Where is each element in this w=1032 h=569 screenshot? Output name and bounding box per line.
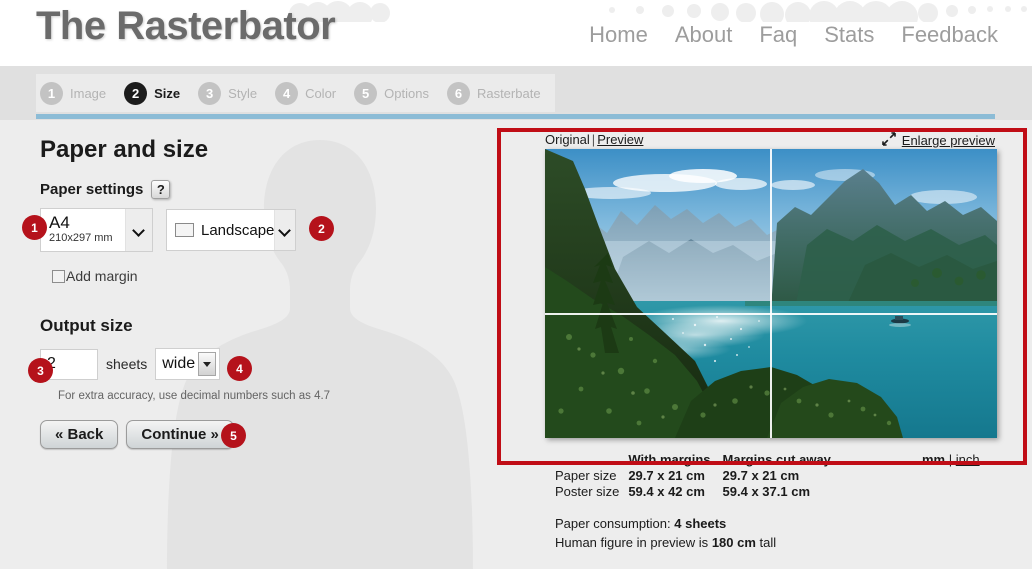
- wizard-step-bar: 1 Image 2 Size 3 Style 4 Color 5 Options…: [0, 66, 1032, 120]
- callout-badge-1: 1: [22, 215, 47, 240]
- sheet-divider-horizontal: [545, 313, 997, 315]
- step-underline: [36, 114, 995, 119]
- table-row: Paper size 29.7 x 21 cm 29.7 x 21 cm: [555, 468, 831, 484]
- info-header-with-margins: With margins: [628, 452, 711, 467]
- page-content: Paper and size Paper settings ? A4 210x2…: [0, 120, 1032, 569]
- sheet-divider-vertical: [770, 149, 772, 438]
- poster-size-with-margins: 59.4 x 42 cm: [628, 484, 705, 499]
- step-number-2: 2: [124, 81, 148, 105]
- nav-link-feedback[interactable]: Feedback: [901, 22, 998, 48]
- unit-separator: |: [948, 452, 953, 467]
- unit-toggle: mm | inch: [922, 452, 980, 467]
- callout-badge-2: 2: [309, 216, 334, 241]
- step-rasterbate[interactable]: 6 Rasterbate: [442, 74, 555, 112]
- info-header-cut-away: Margins cut away: [722, 452, 831, 467]
- step-number-4: 4: [275, 81, 299, 105]
- preview-link-original[interactable]: Original: [545, 132, 590, 147]
- step-label-size: Size: [154, 85, 181, 101]
- size-info-block: With margins Margins cut away Paper size…: [555, 452, 831, 553]
- callout-badge-3: 3: [28, 358, 53, 383]
- enlarge-preview-control[interactable]: Enlarge preview: [881, 132, 995, 149]
- unit-option-inch[interactable]: inch: [956, 452, 980, 467]
- poster-size-cut-away: 59.4 x 37.1 cm: [722, 484, 811, 499]
- nav-link-faq[interactable]: Faq: [759, 22, 797, 48]
- preview-panel: Original | Preview Enlarge preview With …: [0, 120, 1032, 569]
- step-number-6: 6: [446, 81, 470, 105]
- site-header: The Rasterbator Home About Faq Stats Fee…: [0, 0, 1032, 66]
- step-number-1: 1: [40, 81, 63, 105]
- size-info-table: With margins Margins cut away Paper size…: [555, 452, 831, 500]
- step-style[interactable]: 3 Style: [194, 74, 272, 112]
- paper-consumption-label: Paper consumption:: [555, 516, 671, 531]
- unit-option-mm[interactable]: mm: [922, 452, 945, 467]
- step-number-5: 5: [354, 81, 378, 105]
- consumption-info: Paper consumption: 4 sheets Human figure…: [555, 515, 831, 553]
- table-header-row: With margins Margins cut away: [555, 452, 831, 468]
- paper-size-cut-away: 29.7 x 21 cm: [722, 468, 800, 483]
- human-figure-value: 180 cm: [711, 534, 756, 550]
- info-header-blank: [555, 452, 628, 468]
- human-figure-line: Human figure in preview is 180 cm tall: [555, 534, 831, 553]
- step-options[interactable]: 5 Options: [350, 74, 443, 112]
- nav-link-stats[interactable]: Stats: [824, 22, 874, 48]
- step-label-color: Color: [305, 85, 337, 101]
- enlarge-preview-link: Enlarge preview: [901, 133, 995, 148]
- wizard-steps: 1 Image 2 Size 3 Style 4 Color 5 Options…: [36, 74, 555, 112]
- diagonal-arrows-icon: [881, 132, 896, 149]
- step-image[interactable]: 1 Image: [36, 74, 121, 112]
- step-size[interactable]: 2 Size: [120, 74, 195, 112]
- human-figure-prefix: Human figure in preview is: [555, 534, 709, 550]
- nav-link-home[interactable]: Home: [589, 22, 648, 48]
- step-color[interactable]: 4 Color: [271, 74, 351, 112]
- nav-link-about[interactable]: About: [675, 22, 733, 48]
- paper-consumption-line: Paper consumption: 4 sheets: [555, 515, 831, 534]
- step-label-rasterbate: Rasterbate: [476, 85, 541, 101]
- table-row: Poster size 59.4 x 42 cm 59.4 x 37.1 cm: [555, 484, 831, 500]
- poster-preview-image[interactable]: [545, 149, 997, 438]
- preview-link-preview[interactable]: Preview: [597, 132, 643, 147]
- step-label-options: Options: [384, 85, 429, 101]
- main-navigation: Home About Faq Stats Feedback: [589, 22, 998, 48]
- step-label-image: Image: [70, 85, 107, 101]
- callout-badge-5: 5: [221, 423, 246, 448]
- step-label-style: Style: [228, 85, 258, 101]
- paper-consumption-value: 4 sheets: [674, 516, 727, 531]
- paper-size-row-label: Paper size: [555, 468, 617, 483]
- poster-size-row-label: Poster size: [555, 484, 620, 499]
- step-number-3: 3: [198, 81, 222, 105]
- paper-size-with-margins: 29.7 x 21 cm: [628, 468, 705, 483]
- callout-badge-4: 4: [227, 356, 252, 381]
- human-figure-suffix: tall: [759, 534, 777, 550]
- site-brand-title: The Rasterbator: [36, 4, 336, 48]
- preview-mode-links: Original | Preview: [545, 132, 643, 147]
